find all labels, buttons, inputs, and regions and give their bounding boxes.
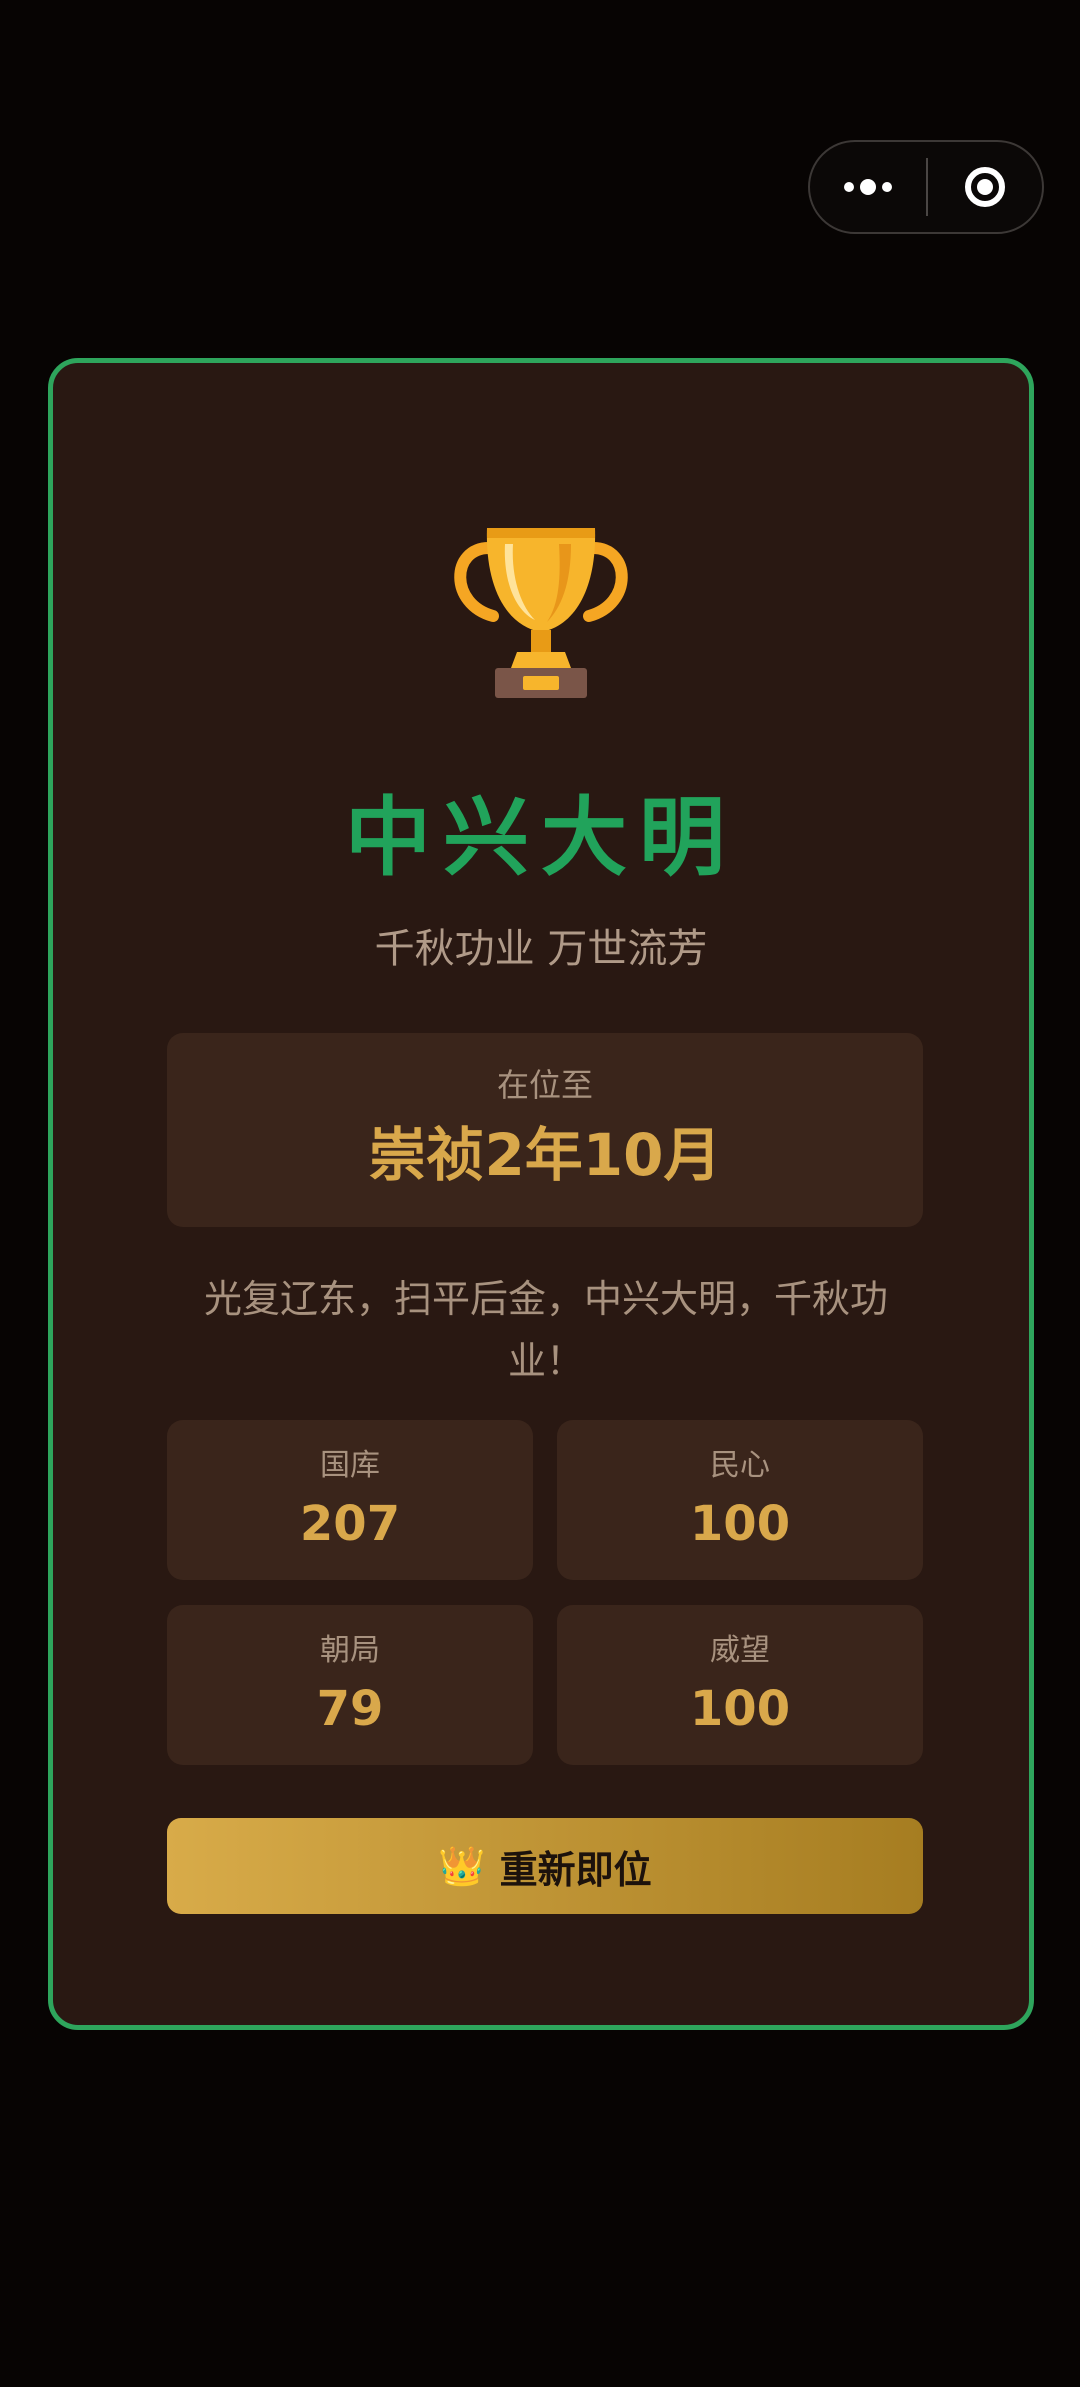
stat-value: 207 <box>299 1496 401 1552</box>
stat-label: 民心 <box>710 1448 770 1483</box>
result-card: 中兴大明 千秋功业 万世流芳 在位至 崇祯2年10月 光复辽东，扫平后金，中兴大… <box>48 358 1034 2030</box>
result-description: 光复辽东，扫平后金，中兴大明，千秋功业！ <box>203 1277 888 1383</box>
stat-court: 朝局 79 <box>167 1605 533 1765</box>
stat-value: 79 <box>316 1681 384 1737</box>
restart-button[interactable]: 👑 重新即位 <box>167 1818 923 1914</box>
restart-label: 重新即位 <box>499 1847 652 1892</box>
more-dot <box>882 182 892 192</box>
stat-popularity: 民心 100 <box>557 1420 923 1580</box>
more-dot <box>844 182 854 192</box>
miniprogram-capsule <box>808 140 1044 234</box>
close-button[interactable] <box>928 142 1042 232</box>
stat-prestige: 威望 100 <box>557 1605 923 1765</box>
stat-label: 威望 <box>710 1633 770 1668</box>
result-title: 中兴大明 <box>345 788 737 888</box>
more-button[interactable] <box>810 142 926 232</box>
reign-label: 在位至 <box>496 1066 593 1104</box>
stat-value: 100 <box>689 1681 791 1737</box>
crown-icon: 👑 <box>438 1844 486 1888</box>
stat-label: 国库 <box>320 1448 380 1483</box>
page: 中兴大明 千秋功业 万世流芳 在位至 崇祯2年10月 光复辽东，扫平后金，中兴大… <box>0 0 1080 2387</box>
trophy-icon <box>53 508 1029 708</box>
more-dot <box>860 179 876 195</box>
stat-label: 朝局 <box>320 1633 380 1668</box>
stat-treasury: 国库 207 <box>167 1420 533 1580</box>
reign-panel: 在位至 崇祯2年10月 <box>167 1033 923 1227</box>
target-close-icon <box>965 167 1005 207</box>
result-subtitle: 千秋功业 万世流芳 <box>374 926 708 972</box>
reign-value: 崇祯2年10月 <box>368 1121 722 1189</box>
stat-value: 100 <box>689 1496 791 1552</box>
